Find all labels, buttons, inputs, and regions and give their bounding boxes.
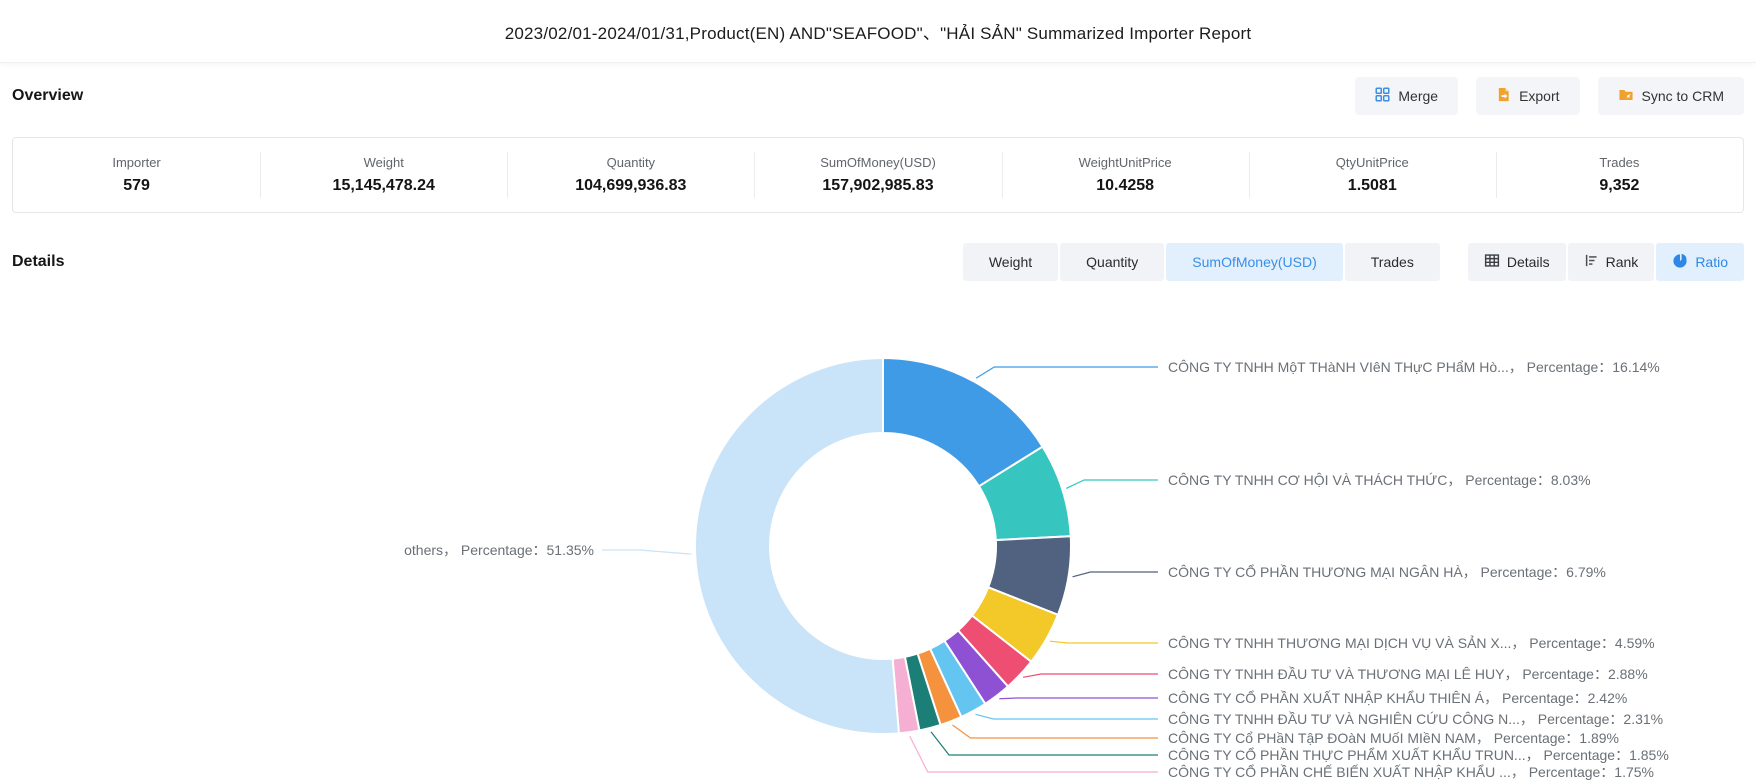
- tab-sum-of-money[interactable]: SumOfMoney(USD): [1166, 243, 1342, 281]
- stat-value: 579: [123, 177, 150, 195]
- importer-ratio-chart: CÔNG TY TNHH MộT THàNH VIêN THựC PHẩM Hò…: [0, 281, 1756, 780]
- sync-to-crm-button-label: Sync to CRM: [1642, 88, 1724, 104]
- details-heading: Details: [12, 253, 64, 271]
- tab-trades[interactable]: Trades: [1345, 243, 1440, 281]
- stat-sum-of-money: SumOfMoney(USD) 157,902,985.83: [754, 138, 1001, 212]
- overview-toolbar: Overview Merge Export Sync to CRM: [0, 63, 1756, 125]
- slice-label-7: CÔNG TY Cổ PHầN TậP ĐOàN MUốI MIềN NAM， …: [1168, 730, 1619, 746]
- stat-label: WeightUnitPrice: [1079, 155, 1172, 170]
- slice-label-3: CÔNG TY TNHH THƯƠNG MẠI DỊCH VỤ VÀ SẢN X…: [1168, 635, 1655, 651]
- overview-heading: Overview: [12, 87, 83, 105]
- stat-label: SumOfMoney(USD): [820, 155, 936, 170]
- donut-chart-svg: CÔNG TY TNHH MộT THàNH VIêN THựC PHẩM Hò…: [0, 281, 1756, 780]
- details-toolbar: Details Weight Quantity SumOfMoney(USD) …: [0, 213, 1756, 281]
- leader-line-9: [910, 736, 1158, 772]
- slice-label-4: CÔNG TY TNHH ĐẦU TƯ VÀ THƯƠNG MẠI LÊ HUY…: [1168, 666, 1648, 682]
- merge-button[interactable]: Merge: [1355, 77, 1458, 115]
- title-bar: 2023/02/01-2024/01/31,Product(EN) AND"SE…: [0, 0, 1756, 63]
- stat-label: Quantity: [607, 155, 655, 170]
- overview-stats-card: Importer 579 Weight 15,145,478.24 Quanti…: [12, 137, 1744, 213]
- merge-icon: [1375, 87, 1390, 105]
- stat-value: 157,902,985.83: [822, 177, 933, 195]
- leader-line-6: [975, 714, 1158, 719]
- slice-label-8: CÔNG TY CỔ PHẦN THỰC PHẨM XUẤT KHẨU TRUN…: [1168, 746, 1669, 763]
- leader-line-2: [1073, 572, 1158, 577]
- stat-label: Weight: [364, 155, 404, 170]
- leader-line-5: [999, 698, 1158, 699]
- export-button-label: Export: [1519, 88, 1559, 104]
- slice-label-2: CÔNG TY CỔ PHẦN THƯƠNG MẠI NGÂN HÀ， Perc…: [1168, 563, 1606, 580]
- sync-to-crm-button[interactable]: Sync to CRM: [1598, 77, 1744, 115]
- tab-quantity[interactable]: Quantity: [1060, 243, 1164, 281]
- sync-crm-icon: [1618, 87, 1634, 105]
- stat-weight: Weight 15,145,478.24: [260, 138, 507, 212]
- leader-line-1: [1066, 480, 1158, 488]
- view-tabs: Details Rank Ratio: [1468, 243, 1744, 281]
- leader-line-4: [1023, 674, 1158, 677]
- view-tab-label: Details: [1507, 254, 1550, 270]
- slice-label-9: CÔNG TY CỔ PHẦN CHẾ BIẾN XUẤT NHẬP KHẨU …: [1168, 763, 1654, 780]
- merge-button-label: Merge: [1398, 88, 1438, 104]
- view-tab-rank[interactable]: Rank: [1568, 243, 1655, 281]
- view-tab-label: Rank: [1606, 254, 1639, 270]
- stat-label: QtyUnitPrice: [1336, 155, 1409, 170]
- stat-value: 9,352: [1599, 177, 1639, 195]
- stat-importer: Importer 579: [13, 138, 260, 212]
- page-title: 2023/02/01-2024/01/31,Product(EN) AND"SE…: [505, 19, 1252, 44]
- slice-label-1: CÔNG TY TNHH CƠ HỘI VÀ THÁCH THỨC， Perce…: [1168, 472, 1591, 488]
- stat-quantity: Quantity 104,699,936.83: [507, 138, 754, 212]
- tabs-wrap: Weight Quantity SumOfMoney(USD) Trades D…: [963, 243, 1744, 281]
- rank-icon: [1584, 253, 1599, 271]
- export-icon: [1496, 87, 1511, 105]
- view-tab-details[interactable]: Details: [1468, 243, 1566, 281]
- table-icon: [1484, 253, 1500, 271]
- stat-value: 10.4258: [1096, 177, 1154, 195]
- leader-line-0: [976, 367, 1158, 378]
- stat-trades: Trades 9,352: [1496, 138, 1743, 212]
- pie-icon: [1672, 253, 1688, 272]
- tab-weight[interactable]: Weight: [963, 243, 1058, 281]
- toolbar-buttons: Merge Export Sync to CRM: [1355, 77, 1744, 115]
- pie-slice-10[interactable]: [695, 358, 899, 734]
- stat-qty-unit-price: QtyUnitPrice 1.5081: [1249, 138, 1496, 212]
- slice-label-10: others， Percentage：51.35%: [404, 542, 594, 558]
- stat-label: Importer: [112, 155, 160, 170]
- leader-line-3: [1050, 641, 1158, 643]
- leader-line-10: [602, 550, 691, 554]
- slice-label-0: CÔNG TY TNHH MộT THàNH VIêN THựC PHẩM Hò…: [1168, 359, 1660, 375]
- slice-label-5: CÔNG TY CỔ PHẦN XUẤT NHẬP KHẨU THIÊN Á， …: [1168, 689, 1627, 706]
- view-tab-label: Ratio: [1695, 254, 1728, 270]
- leader-line-7: [953, 725, 1158, 738]
- stat-weight-unit-price: WeightUnitPrice 10.4258: [1002, 138, 1249, 212]
- stat-value: 1.5081: [1348, 177, 1397, 195]
- stat-value: 104,699,936.83: [575, 177, 686, 195]
- view-tab-ratio[interactable]: Ratio: [1656, 243, 1744, 281]
- slice-label-6: CÔNG TY TNHH ĐẦU TƯ VÀ NGHIÊN CỨU CÔNG N…: [1168, 711, 1663, 727]
- export-button[interactable]: Export: [1476, 77, 1579, 115]
- stat-label: Trades: [1599, 155, 1639, 170]
- metric-tabs: Weight Quantity SumOfMoney(USD) Trades: [963, 243, 1440, 281]
- stat-value: 15,145,478.24: [333, 177, 435, 195]
- leader-line-8: [931, 732, 1158, 755]
